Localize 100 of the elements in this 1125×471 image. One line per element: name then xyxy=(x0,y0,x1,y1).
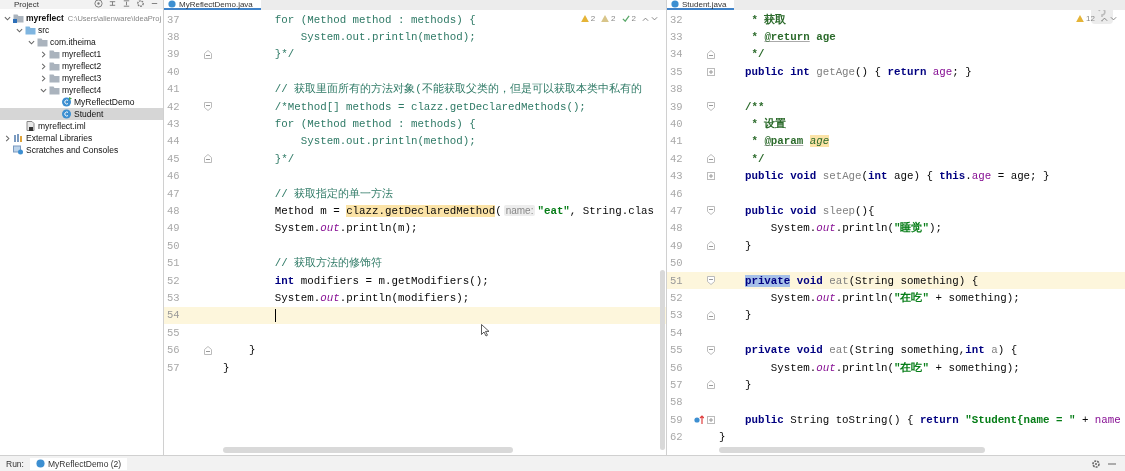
tree-item[interactable]: External Libraries xyxy=(26,133,93,143)
inspection-count[interactable]: 2 xyxy=(611,14,616,23)
fold-icon[interactable] xyxy=(707,345,715,355)
line-number: 46 xyxy=(166,170,181,183)
run-tab[interactable]: MyReflectDemo (2) xyxy=(29,457,128,470)
tree-item[interactable]: myreflect xyxy=(26,13,64,23)
line-number: 37 xyxy=(166,13,181,26)
line-number: 50 xyxy=(669,257,684,270)
line-number: 45 xyxy=(166,152,181,165)
fold-icon[interactable] xyxy=(707,49,715,59)
line-number: 40 xyxy=(669,118,684,131)
tree-item[interactable]: myreflect1 xyxy=(62,49,102,59)
code-line: */ xyxy=(750,48,765,61)
line-number: 34 xyxy=(669,48,684,61)
inspection-count[interactable]: 2 xyxy=(590,14,596,23)
line-number: 58 xyxy=(669,396,684,409)
fold-icon[interactable] xyxy=(204,345,212,355)
code-line: Method m = clazz.getDeclaredMethod( name: "eat", String.clas xyxy=(273,205,655,217)
check-icon[interactable] xyxy=(621,15,630,22)
tree-item[interactable]: MyReflectDemo xyxy=(74,97,135,107)
fold-icon[interactable] xyxy=(707,241,715,251)
chevron-down-icon[interactable] xyxy=(651,15,658,22)
code-line: } xyxy=(743,378,752,391)
package-folder-icon xyxy=(49,49,60,59)
tree-item[interactable]: myreflect4 xyxy=(62,85,102,95)
fold-icon[interactable] xyxy=(707,310,715,320)
tree-item[interactable]: src xyxy=(38,25,50,35)
vertical-scrollbar[interactable] xyxy=(660,270,665,450)
line-number: 54 xyxy=(166,309,181,322)
fold-icon[interactable] xyxy=(707,276,715,286)
code-line: System.out.println(method); xyxy=(299,31,476,44)
fold-icon[interactable] xyxy=(204,102,212,112)
collapse-icon[interactable] xyxy=(108,0,117,8)
warning-icon[interactable] xyxy=(580,15,589,22)
code-line: * 设置 xyxy=(750,117,787,132)
expand-fold-icon[interactable] xyxy=(707,172,715,181)
target-icon[interactable] xyxy=(94,0,103,8)
fold-icon[interactable] xyxy=(707,102,715,112)
tree-item[interactable]: myreflect2 xyxy=(62,61,102,71)
line-number: 38 xyxy=(669,83,684,96)
code-line: System.out.println(method); xyxy=(299,135,476,148)
line-number: 56 xyxy=(166,344,181,357)
code-line: * @return age xyxy=(750,31,836,44)
scratches-icon xyxy=(13,145,24,155)
tree-item[interactable]: myreflect.iml xyxy=(38,121,86,131)
code-line: } xyxy=(247,344,256,357)
horizontal-scrollbar[interactable] xyxy=(223,447,513,453)
chevron-up-icon[interactable] xyxy=(1101,15,1108,22)
tree-item[interactable]: com.itheima xyxy=(50,37,96,47)
chevron-down-icon[interactable] xyxy=(1110,15,1117,22)
line-number: 56 xyxy=(669,361,684,374)
code-line: System.out.println(m); xyxy=(273,222,418,235)
code-line: /** xyxy=(743,100,765,113)
line-number: 48 xyxy=(166,205,181,217)
expand-fold-icon[interactable] xyxy=(707,67,715,76)
settings-icon[interactable] xyxy=(1091,458,1101,469)
settings-icon[interactable] xyxy=(136,0,145,8)
package-folder-icon xyxy=(49,85,60,95)
line-number: 59 xyxy=(669,413,684,426)
chevron-up-icon[interactable] xyxy=(642,15,649,22)
horizontal-scrollbar[interactable] xyxy=(719,447,985,453)
expand-fold-icon[interactable] xyxy=(707,415,715,424)
expand-icon[interactable] xyxy=(122,0,131,8)
fold-icon[interactable] xyxy=(707,154,715,164)
line-number: 41 xyxy=(166,83,181,96)
tree-item[interactable]: Student xyxy=(74,109,104,119)
file-icon xyxy=(25,121,36,131)
code-line: int modifiers = m.getModifiers(); xyxy=(273,274,489,287)
code-line: */ xyxy=(750,152,765,165)
line-number: 43 xyxy=(166,118,181,131)
code-line: System.out.println("在吃" + something); xyxy=(769,360,1020,375)
editor-tab[interactable]: Student.java xyxy=(667,0,735,10)
code-line: * 获取 xyxy=(750,12,787,27)
line-number: 49 xyxy=(166,222,181,235)
tree-item[interactable]: myreflect3 xyxy=(62,73,102,83)
line-number: 48 xyxy=(669,222,684,235)
project-title[interactable]: Project xyxy=(14,0,39,9)
class-icon xyxy=(168,0,176,8)
code-line: for (Method method : methods) { xyxy=(273,118,476,131)
line-number: 43 xyxy=(669,170,684,183)
line-number: 52 xyxy=(669,291,684,304)
line-number: 51 xyxy=(166,257,181,270)
class-icon xyxy=(61,97,72,107)
warning-icon[interactable] xyxy=(601,15,610,22)
fold-icon[interactable] xyxy=(707,380,715,390)
fold-icon[interactable] xyxy=(204,154,212,164)
warning-icon[interactable] xyxy=(1076,15,1085,22)
code-line: }*/ xyxy=(273,48,295,61)
override-marker-icon[interactable] xyxy=(694,415,704,425)
class-icon xyxy=(61,109,72,119)
line-number: 35 xyxy=(669,65,684,78)
code-line: System.out.println("在吃" + something); xyxy=(769,290,1020,305)
line-number: 39 xyxy=(669,100,684,113)
code-line: System.out.println(modifiers); xyxy=(273,291,470,304)
tree-item[interactable]: Scratches and Consoles xyxy=(26,145,119,155)
fold-icon[interactable] xyxy=(707,206,715,216)
inspection-count[interactable]: 2 xyxy=(631,14,636,23)
editor-tab[interactable]: MyReflectDemo.java xyxy=(164,0,261,10)
fold-icon[interactable] xyxy=(204,49,212,59)
line-number: 55 xyxy=(669,344,684,357)
